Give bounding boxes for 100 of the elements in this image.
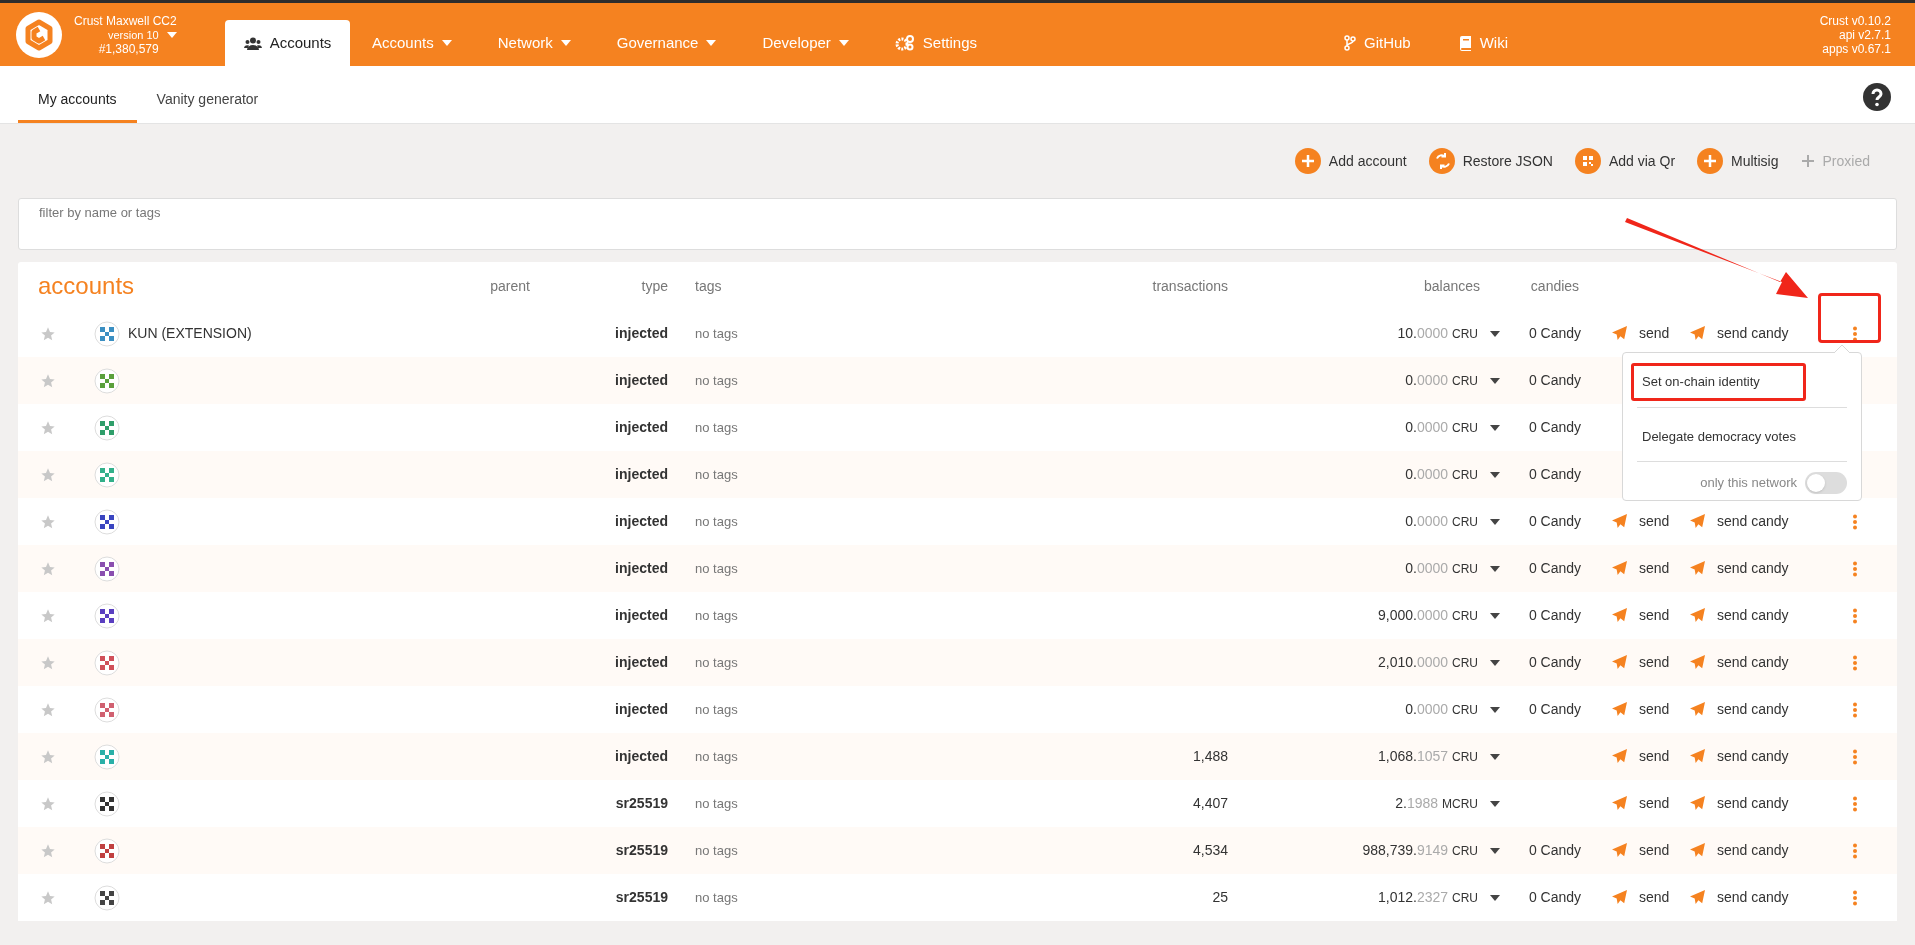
highlight-frame xyxy=(1818,293,1881,343)
account-type: injected xyxy=(614,653,669,672)
gears-icon xyxy=(894,35,915,51)
star-icon[interactable] xyxy=(40,325,56,342)
send-candy-button[interactable]: send candy xyxy=(1690,605,1789,626)
send-candy-button[interactable]: send candy xyxy=(1690,323,1789,344)
caret-icon xyxy=(706,40,717,46)
more-options-icon[interactable] xyxy=(1852,748,1858,765)
paper-plane-icon xyxy=(1612,843,1627,858)
column-header: type xyxy=(640,276,669,296)
column-header: balances xyxy=(1422,276,1481,296)
toolbar-button[interactable]: Add via Qr xyxy=(1574,148,1676,174)
menu-item[interactable]: Delegate democracy votes xyxy=(1631,417,1807,455)
logo-icon xyxy=(16,11,62,58)
more-options-icon[interactable] xyxy=(1852,607,1858,624)
transaction-count: 1,488 xyxy=(1192,748,1228,764)
plus-icon xyxy=(1697,148,1724,174)
account-type: injected xyxy=(614,512,669,531)
send-button[interactable]: send xyxy=(1612,699,1670,720)
more-options-icon[interactable] xyxy=(1852,889,1858,906)
send-button[interactable]: send xyxy=(1612,793,1670,814)
toolbar-button[interactable]: Restore JSON xyxy=(1428,148,1553,174)
account-type: injected xyxy=(614,371,669,390)
sub-tab[interactable]: Vanity generator xyxy=(136,79,279,123)
account-type: injected xyxy=(614,747,669,766)
star-icon[interactable] xyxy=(40,654,56,671)
accounts-tab[interactable]: Accounts xyxy=(225,20,350,66)
paper-plane-icon xyxy=(1612,608,1627,623)
star-icon[interactable] xyxy=(40,560,56,577)
version-label: Crust v0.10.2 xyxy=(1819,13,1891,28)
caret-icon xyxy=(1490,565,1500,572)
identicon-icon xyxy=(94,555,120,582)
star-icon[interactable] xyxy=(40,513,56,530)
help-icon[interactable] xyxy=(1863,83,1891,111)
paper-plane-icon xyxy=(1612,890,1627,905)
more-options-icon[interactable] xyxy=(1852,654,1858,671)
send-candy-button[interactable]: send candy xyxy=(1690,511,1789,532)
send-candy-button[interactable]: send candy xyxy=(1690,746,1789,767)
identicon-icon xyxy=(94,320,120,347)
send-candy-button[interactable]: send candy xyxy=(1690,840,1789,861)
account-tags: no tags xyxy=(670,652,900,673)
send-candy-button[interactable]: send candy xyxy=(1690,887,1789,908)
account-tags: no tags xyxy=(670,323,900,344)
send-button[interactable]: send xyxy=(1612,652,1670,673)
identicon-icon xyxy=(94,414,120,441)
caret-icon xyxy=(1490,518,1500,525)
sub-tab[interactable]: My accounts xyxy=(18,79,137,123)
more-options-icon[interactable] xyxy=(1852,795,1858,812)
account-tags: no tags xyxy=(670,699,900,720)
account-tags: no tags xyxy=(670,793,900,814)
send-button[interactable]: send xyxy=(1612,605,1670,626)
account-type: injected xyxy=(614,324,669,343)
send-button[interactable]: send xyxy=(1612,840,1670,861)
send-button[interactable]: send xyxy=(1612,558,1670,579)
account-type: sr25519 xyxy=(614,841,669,860)
paper-plane-icon xyxy=(1612,561,1627,576)
more-options-icon[interactable] xyxy=(1852,842,1858,859)
account-tags: no tags xyxy=(670,464,900,485)
balance-amount: 2.1988 MCRU xyxy=(1395,794,1478,813)
star-icon[interactable] xyxy=(40,607,56,624)
send-candy-button[interactable]: send candy xyxy=(1690,558,1789,579)
toolbar-button[interactable]: Multisig xyxy=(1697,148,1779,174)
send-button[interactable]: send xyxy=(1612,746,1670,767)
book-icon xyxy=(1458,35,1472,51)
candy-balance: 0 Candy xyxy=(1528,325,1582,341)
send-button[interactable]: send xyxy=(1612,511,1670,532)
caret-icon xyxy=(1490,753,1500,760)
account-type: injected xyxy=(614,606,669,625)
paper-plane-icon xyxy=(1612,326,1627,341)
caret-icon xyxy=(1490,612,1500,619)
version-label: apps v0.67.1 xyxy=(1822,41,1891,56)
more-options-icon[interactable] xyxy=(1852,560,1858,577)
paper-plane-icon xyxy=(1612,655,1627,670)
star-icon[interactable] xyxy=(40,889,56,906)
send-candy-button[interactable]: send candy xyxy=(1690,652,1789,673)
star-icon[interactable] xyxy=(40,466,56,483)
star-icon[interactable] xyxy=(40,748,56,765)
more-options-icon[interactable] xyxy=(1852,513,1858,530)
star-icon[interactable] xyxy=(40,372,56,389)
filter-field[interactable]: filter by name or tags xyxy=(18,198,1897,250)
identicon-icon xyxy=(94,837,120,864)
star-icon[interactable] xyxy=(40,419,56,436)
toolbar-button[interactable]: Add account xyxy=(1294,148,1407,174)
star-icon[interactable] xyxy=(40,795,56,812)
send-candy-button[interactable]: send candy xyxy=(1690,793,1789,814)
more-options-icon[interactable] xyxy=(1852,701,1858,718)
account-tags: no tags xyxy=(670,370,900,391)
balance-amount: 0.0000 CRU xyxy=(1405,465,1478,484)
send-button[interactable]: send xyxy=(1612,887,1670,908)
star-icon[interactable] xyxy=(40,842,56,859)
identicon-icon xyxy=(94,649,120,676)
candy-balance: 0 Candy xyxy=(1528,607,1582,623)
star-icon[interactable] xyxy=(40,701,56,718)
menu-item[interactable]: Set on-chain identity xyxy=(1631,363,1806,401)
network-toggle[interactable] xyxy=(1805,472,1847,494)
plus-icon xyxy=(1294,148,1321,174)
send-candy-button[interactable]: send candy xyxy=(1690,699,1789,720)
identicon-icon xyxy=(94,461,120,488)
send-button[interactable]: send xyxy=(1612,323,1670,344)
more-options-icon[interactable] xyxy=(1852,325,1858,342)
